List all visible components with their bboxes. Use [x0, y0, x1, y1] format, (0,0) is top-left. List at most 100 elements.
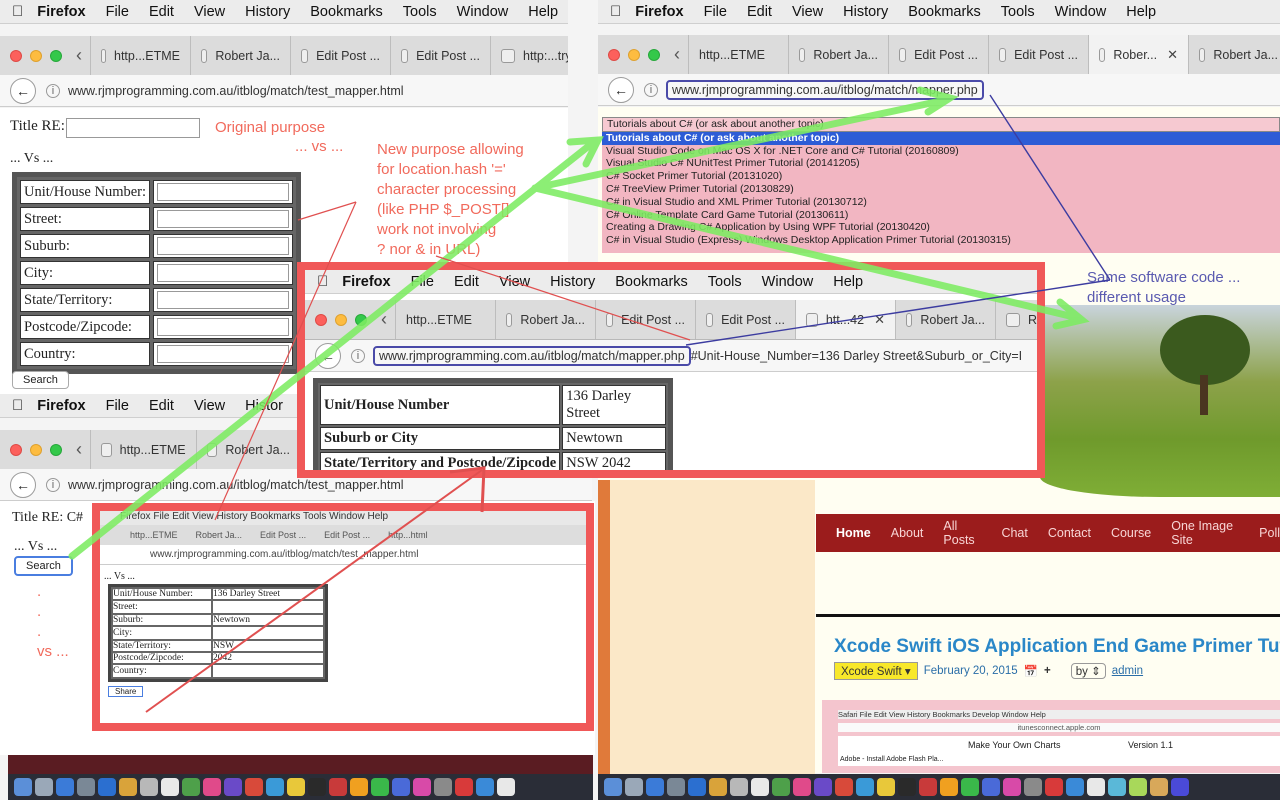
menu-edit[interactable]: Edit: [149, 4, 174, 20]
address-field[interactable]: www.rjmprogramming.com.au/itblog/match/m…: [373, 345, 691, 366]
dock-app-icon[interactable]: [814, 778, 832, 796]
tab[interactable]: Edit Post ...: [695, 300, 795, 339]
dock-app-icon[interactable]: [625, 778, 643, 796]
nav-all-posts[interactable]: All Posts: [943, 519, 981, 547]
dock-app-icon[interactable]: [688, 778, 706, 796]
menu-view[interactable]: View: [194, 4, 225, 20]
dock-app-icon[interactable]: [709, 778, 727, 796]
back-arrow-icon[interactable]: ←: [10, 471, 36, 498]
menu-view[interactable]: View: [792, 4, 823, 20]
menu-history[interactable]: Histor: [245, 398, 283, 414]
menu-bookmarks[interactable]: Bookmarks: [310, 4, 383, 20]
tab[interactable]: Edit Post ...: [290, 36, 390, 75]
tab[interactable]: http...ETME: [90, 430, 196, 469]
dropdown-option[interactable]: C# Socket Primer Tutorial (20131020): [602, 170, 1280, 183]
by-select[interactable]: by ⇕: [1070, 663, 1106, 679]
menu-file[interactable]: File: [704, 4, 727, 20]
dock-app-icon[interactable]: [793, 778, 811, 796]
field-input[interactable]: [153, 234, 294, 258]
search-button[interactable]: Search: [14, 556, 73, 576]
dock-app-icon[interactable]: [35, 778, 53, 796]
dock-app-icon[interactable]: [224, 778, 242, 796]
dock-app-icon[interactable]: [371, 778, 389, 796]
menu-tools[interactable]: Tools: [708, 274, 742, 290]
back-arrow-icon[interactable]: ←: [315, 342, 341, 369]
tab[interactable]: Robert: [995, 300, 1037, 339]
dock-app-icon[interactable]: [1024, 778, 1042, 796]
menu-file[interactable]: File: [106, 398, 129, 414]
dock-app-icon[interactable]: [14, 778, 32, 796]
tab[interactable]: Robert Ja...: [195, 430, 300, 469]
nav-chat[interactable]: Chat: [1001, 526, 1027, 540]
back-arrow-icon[interactable]: ←: [10, 77, 36, 104]
dock-app-icon[interactable]: [646, 778, 664, 796]
title-input[interactable]: [66, 118, 200, 138]
dock-app-icon[interactable]: [119, 778, 137, 796]
dock-app-icon[interactable]: [898, 778, 916, 796]
dock-app-icon[interactable]: [772, 778, 790, 796]
tab-scroll-left-icon[interactable]: ‹: [381, 309, 387, 330]
close-tab-icon[interactable]: ✕: [1167, 47, 1178, 63]
dropdown-option[interactable]: Visual Studio C# NUnitTest Primer Tutori…: [602, 157, 1280, 170]
nav-poll[interactable]: Poll: [1259, 526, 1280, 540]
dock-app-icon[interactable]: [877, 778, 895, 796]
field-input[interactable]: [153, 207, 294, 231]
tab[interactable]: Edit Post ...: [390, 36, 490, 75]
dock-app-icon[interactable]: [982, 778, 1000, 796]
calendar-icon[interactable]: 📅: [1024, 664, 1038, 678]
apple-icon[interactable]: : [317, 273, 328, 290]
nav-course[interactable]: Course: [1111, 526, 1151, 540]
window-controls[interactable]: [608, 48, 660, 61]
menu-history[interactable]: History: [843, 4, 888, 20]
address-field[interactable]: www.rjmprogramming.com.au/itblog/match/t…: [68, 478, 404, 492]
menu-edit[interactable]: Edit: [149, 398, 174, 414]
tab[interactable]: Robert Ja...: [895, 300, 995, 339]
tab[interactable]: Edit Post ...: [595, 300, 695, 339]
tab-scroll-left-icon[interactable]: ‹: [674, 44, 680, 65]
dock-app-icon[interactable]: [961, 778, 979, 796]
dock-app-icon[interactable]: [161, 778, 179, 796]
menu-tools[interactable]: Tools: [403, 4, 437, 20]
dock-app-icon[interactable]: [940, 778, 958, 796]
dock-app-icon[interactable]: [1150, 778, 1168, 796]
menu-view[interactable]: View: [194, 398, 225, 414]
dock-app-icon[interactable]: [1171, 778, 1189, 796]
dropdown-option[interactable]: C# TreeView Primer Tutorial (20130829): [602, 183, 1280, 196]
address-field[interactable]: www.rjmprogramming.com.au/itblog/match/t…: [68, 84, 404, 98]
nav-home[interactable]: Home: [836, 526, 871, 540]
dock-app-icon[interactable]: [476, 778, 494, 796]
dock-app-icon[interactable]: [856, 778, 874, 796]
field-input[interactable]: [153, 261, 294, 285]
info-icon[interactable]: i: [46, 83, 60, 98]
app-name[interactable]: Firefox: [37, 4, 85, 20]
info-icon[interactable]: i: [46, 477, 60, 492]
dropdown-option[interactable]: C# in Visual Studio and XML Primer Tutor…: [602, 196, 1280, 209]
field-input[interactable]: [153, 288, 294, 312]
nav-one-image-site[interactable]: One Image Site: [1171, 519, 1239, 547]
dock-app-icon[interactable]: [308, 778, 326, 796]
tab-active[interactable]: htt...42 ✕: [795, 300, 895, 339]
nav-about[interactable]: About: [891, 526, 924, 540]
tab[interactable]: Robert Ja...: [788, 35, 888, 74]
dock-app-icon[interactable]: [730, 778, 748, 796]
address-field[interactable]: www.rjmprogramming.com.au/itblog/match/m…: [666, 79, 984, 100]
dropdown-option[interactable]: C# in Visual Studio (Express) Windows De…: [602, 234, 1280, 247]
dock-app-icon[interactable]: [245, 778, 263, 796]
dropdown-option[interactable]: Creating a Drawing C# Application by Usi…: [602, 221, 1280, 234]
menu-file[interactable]: File: [411, 274, 434, 290]
field-input[interactable]: [153, 315, 294, 339]
app-name[interactable]: Firefox: [342, 274, 390, 290]
tab[interactable]: Robert Ja...: [495, 300, 595, 339]
post-title[interactable]: Xcode Swift iOS Application End Game Pri…: [834, 636, 1280, 658]
dock-app-icon[interactable]: [1045, 778, 1063, 796]
tab[interactable]: http...ETME: [90, 36, 190, 75]
tab[interactable]: http:...try=: [490, 36, 568, 75]
dock-app-icon[interactable]: [98, 778, 116, 796]
search-button[interactable]: Search: [12, 371, 69, 389]
menu-window[interactable]: Window: [762, 274, 814, 290]
tab[interactable]: Robert Ja...: [190, 36, 290, 75]
dock-app-icon[interactable]: [203, 778, 221, 796]
menu-help[interactable]: Help: [1126, 4, 1156, 20]
back-arrow-icon[interactable]: ←: [608, 76, 634, 103]
tab[interactable]: Robert Ja...: [1188, 35, 1280, 74]
